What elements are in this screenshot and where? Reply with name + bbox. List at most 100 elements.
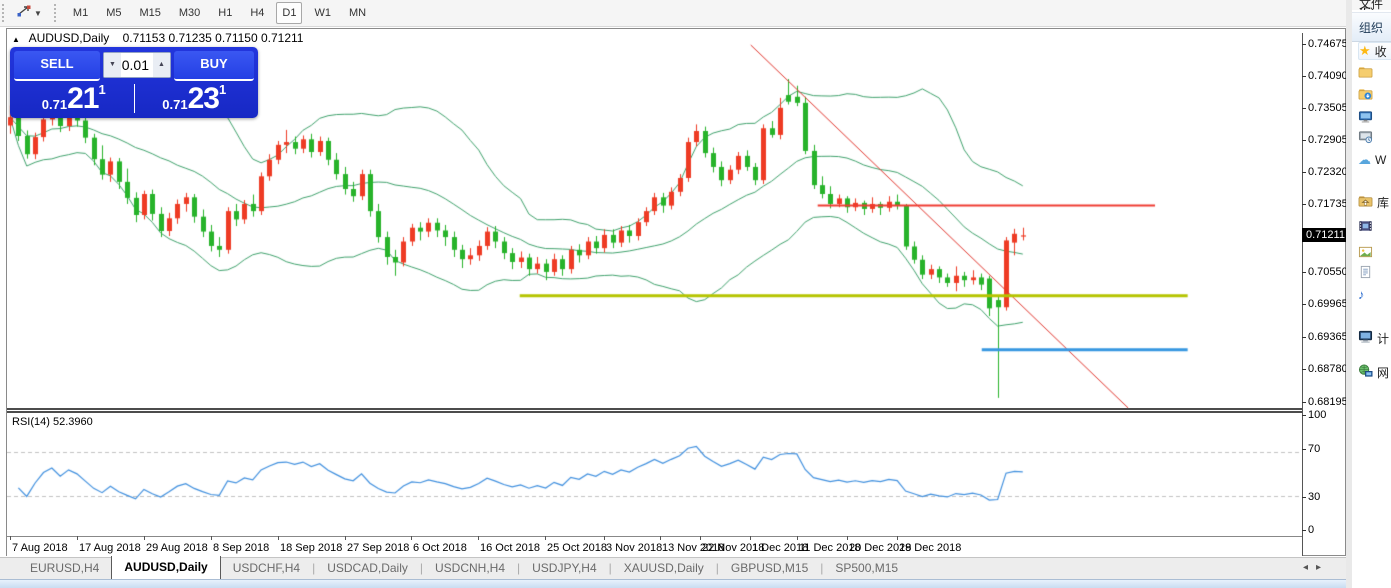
date-axis-tick (77, 536, 78, 540)
chart-tab-usdchf-h4[interactable]: USDCHF,H4 (221, 558, 312, 579)
bid-big-digits: 21 (67, 82, 98, 115)
toolbar-drag-handle-2[interactable] (54, 4, 58, 22)
timeframe-toolbar: ▼ M1 M5 M15 M30 H1 H4 D1 W1 MN (0, 0, 1391, 27)
explorer-item-desktop[interactable] (1358, 109, 1391, 127)
chart-tab-audusd-daily[interactable]: AUDUSD,Daily (111, 555, 220, 579)
rsi-axis-tick (1302, 415, 1306, 416)
volume-decrease-button[interactable]: ▼ (104, 53, 121, 77)
rsi-axis-tick (1302, 497, 1306, 498)
explorer-item-cloud[interactable]: ☁W (1358, 151, 1391, 169)
date-axis-tick (278, 536, 279, 540)
price-axis-label: 0.68195 (1308, 396, 1348, 408)
tab-scroll-right-icon[interactable]: ▸ (1316, 562, 1329, 573)
rsi-canvas[interactable] (7, 413, 1302, 535)
collapse-triangle-icon[interactable]: ▲ (12, 35, 20, 44)
date-axis-tick (660, 536, 661, 540)
price-axis-tick (1302, 337, 1306, 338)
tab-scroll-left-icon[interactable]: ◂ (1303, 562, 1316, 573)
volume-increase-button[interactable]: ▲ (153, 53, 170, 77)
date-axis-tick (478, 536, 479, 540)
video-icon (1358, 219, 1373, 236)
computer-icon (1358, 330, 1373, 347)
chart-tab-usdcad-daily[interactable]: USDCAD,Daily (315, 558, 420, 579)
star-icon: ★ (1359, 44, 1371, 58)
timeframe-button-m15[interactable]: M15 (133, 2, 166, 24)
ask-prefix: 0.71 (162, 97, 187, 112)
date-axis-label: 27 Sep 2018 (347, 542, 409, 554)
rsi-axis-tick (1302, 530, 1306, 531)
buy-button[interactable]: BUY (174, 51, 254, 81)
timeframe-button-mn[interactable]: MN (343, 2, 372, 24)
folder-icon (1358, 65, 1373, 82)
explorer-organize-button[interactable]: 组织 (1352, 12, 1391, 42)
explorer-item-download[interactable] (1358, 86, 1391, 104)
timeframe-button-m30[interactable]: M30 (173, 2, 206, 24)
date-axis-tick (797, 536, 798, 540)
chart-title: ▲ AUDUSD,Daily 0.71153 0.71235 0.71150 0… (12, 31, 303, 45)
date-axis-label: 29 Dec 2018 (899, 542, 961, 554)
tab-scroll-arrows[interactable]: ◂▸ (1303, 562, 1329, 573)
bid-prefix: 0.71 (42, 97, 67, 112)
explorer-item-computer[interactable]: 计 (1358, 329, 1391, 347)
price-axis-tick (1302, 108, 1306, 109)
music-icon: ♪ (1358, 288, 1365, 302)
date-axis-label: 29 Aug 2018 (146, 542, 208, 554)
rsi-axis-label: 0 (1308, 524, 1314, 536)
price-axis-label: 0.68780 (1308, 363, 1348, 375)
price-axis-label: 0.69965 (1308, 298, 1348, 310)
explorer-item-network[interactable]: 网 (1358, 363, 1391, 381)
timeframe-button-h1[interactable]: H1 (212, 2, 238, 24)
price-axis-tick (1302, 204, 1306, 205)
explorer-item-label: 库 (1377, 194, 1389, 211)
explorer-item-star[interactable]: ★收 (1358, 42, 1391, 60)
date-axis-tick (700, 536, 701, 540)
date-axis-label: 3 Nov 2018 (606, 542, 662, 554)
date-axis-label: 18 Sep 2018 (280, 542, 342, 554)
explorer-item-document[interactable] (1358, 264, 1391, 282)
price-axis-label: 0.72320 (1308, 166, 1348, 178)
price-axis-tick (1302, 44, 1306, 45)
explorer-item-library[interactable]: 库 (1358, 193, 1391, 211)
chart-tab-usdcnh-h4[interactable]: USDCNH,H4 (423, 558, 517, 579)
timeframe-button-m1[interactable]: M1 (67, 2, 94, 24)
chevron-down-icon[interactable]: ▼ (34, 9, 42, 18)
pictures-icon (1358, 245, 1373, 262)
chart-tab-xauusd-daily[interactable]: XAUUSD,Daily (612, 558, 716, 579)
ask-big-digits: 23 (188, 82, 219, 115)
rsi-axis-label: 70 (1308, 443, 1320, 455)
price-axis-label: 0.73505 (1308, 102, 1348, 114)
chart-tab-gbpusd-m15[interactable]: GBPUSD,M15 (719, 558, 820, 579)
timeframe-button-w1[interactable]: W1 (308, 2, 337, 24)
explorer-item-music[interactable]: ♪ (1358, 286, 1391, 304)
explorer-file-menu[interactable]: 文件(F) (1352, 0, 1391, 10)
explorer-item-video[interactable] (1358, 218, 1391, 236)
chart-tab-eurusd-h4[interactable]: EURUSD,H4 (18, 558, 111, 579)
timeframe-button-h4[interactable]: H4 (244, 2, 270, 24)
timeframe-button-d1[interactable]: D1 (276, 2, 302, 24)
timeframe-button-m5[interactable]: M5 (100, 2, 127, 24)
date-axis-tick (897, 536, 898, 540)
pane-separator[interactable] (7, 408, 1302, 413)
recent-icon (1358, 130, 1373, 147)
ask-price[interactable]: 0.71231 (135, 82, 255, 115)
explorer-item-pictures[interactable] (1358, 244, 1391, 262)
date-axis-label: 8 Sep 2018 (213, 542, 269, 554)
volume-value[interactable]: 0.01 (121, 57, 153, 73)
chart-shift-button[interactable]: ▼ (12, 2, 46, 25)
download-icon (1358, 87, 1373, 104)
explorer-item-recent[interactable] (1358, 129, 1391, 147)
sell-button[interactable]: SELL (14, 51, 100, 81)
explorer-item-folder[interactable] (1358, 64, 1391, 82)
date-axis-label: 25 Oct 2018 (547, 542, 607, 554)
explorer-item-label: W (1375, 153, 1386, 167)
chart-tab-sp500-m15[interactable]: SP500,M15 (823, 558, 910, 579)
chart-tab-usdjpy-h4[interactable]: USDJPY,H4 (520, 558, 608, 579)
status-bar (0, 579, 1391, 588)
one-click-trade-panel: SELL ▼ 0.01 ▲ BUY 0.71211 0.71231 (10, 47, 258, 118)
bid-price[interactable]: 0.71211 (14, 82, 134, 115)
desktop-icon (1358, 110, 1373, 127)
date-axis-tick (411, 536, 412, 540)
price-axis-tick (1302, 172, 1306, 173)
network-icon (1358, 364, 1373, 381)
toolbar-drag-handle[interactable] (2, 4, 6, 22)
